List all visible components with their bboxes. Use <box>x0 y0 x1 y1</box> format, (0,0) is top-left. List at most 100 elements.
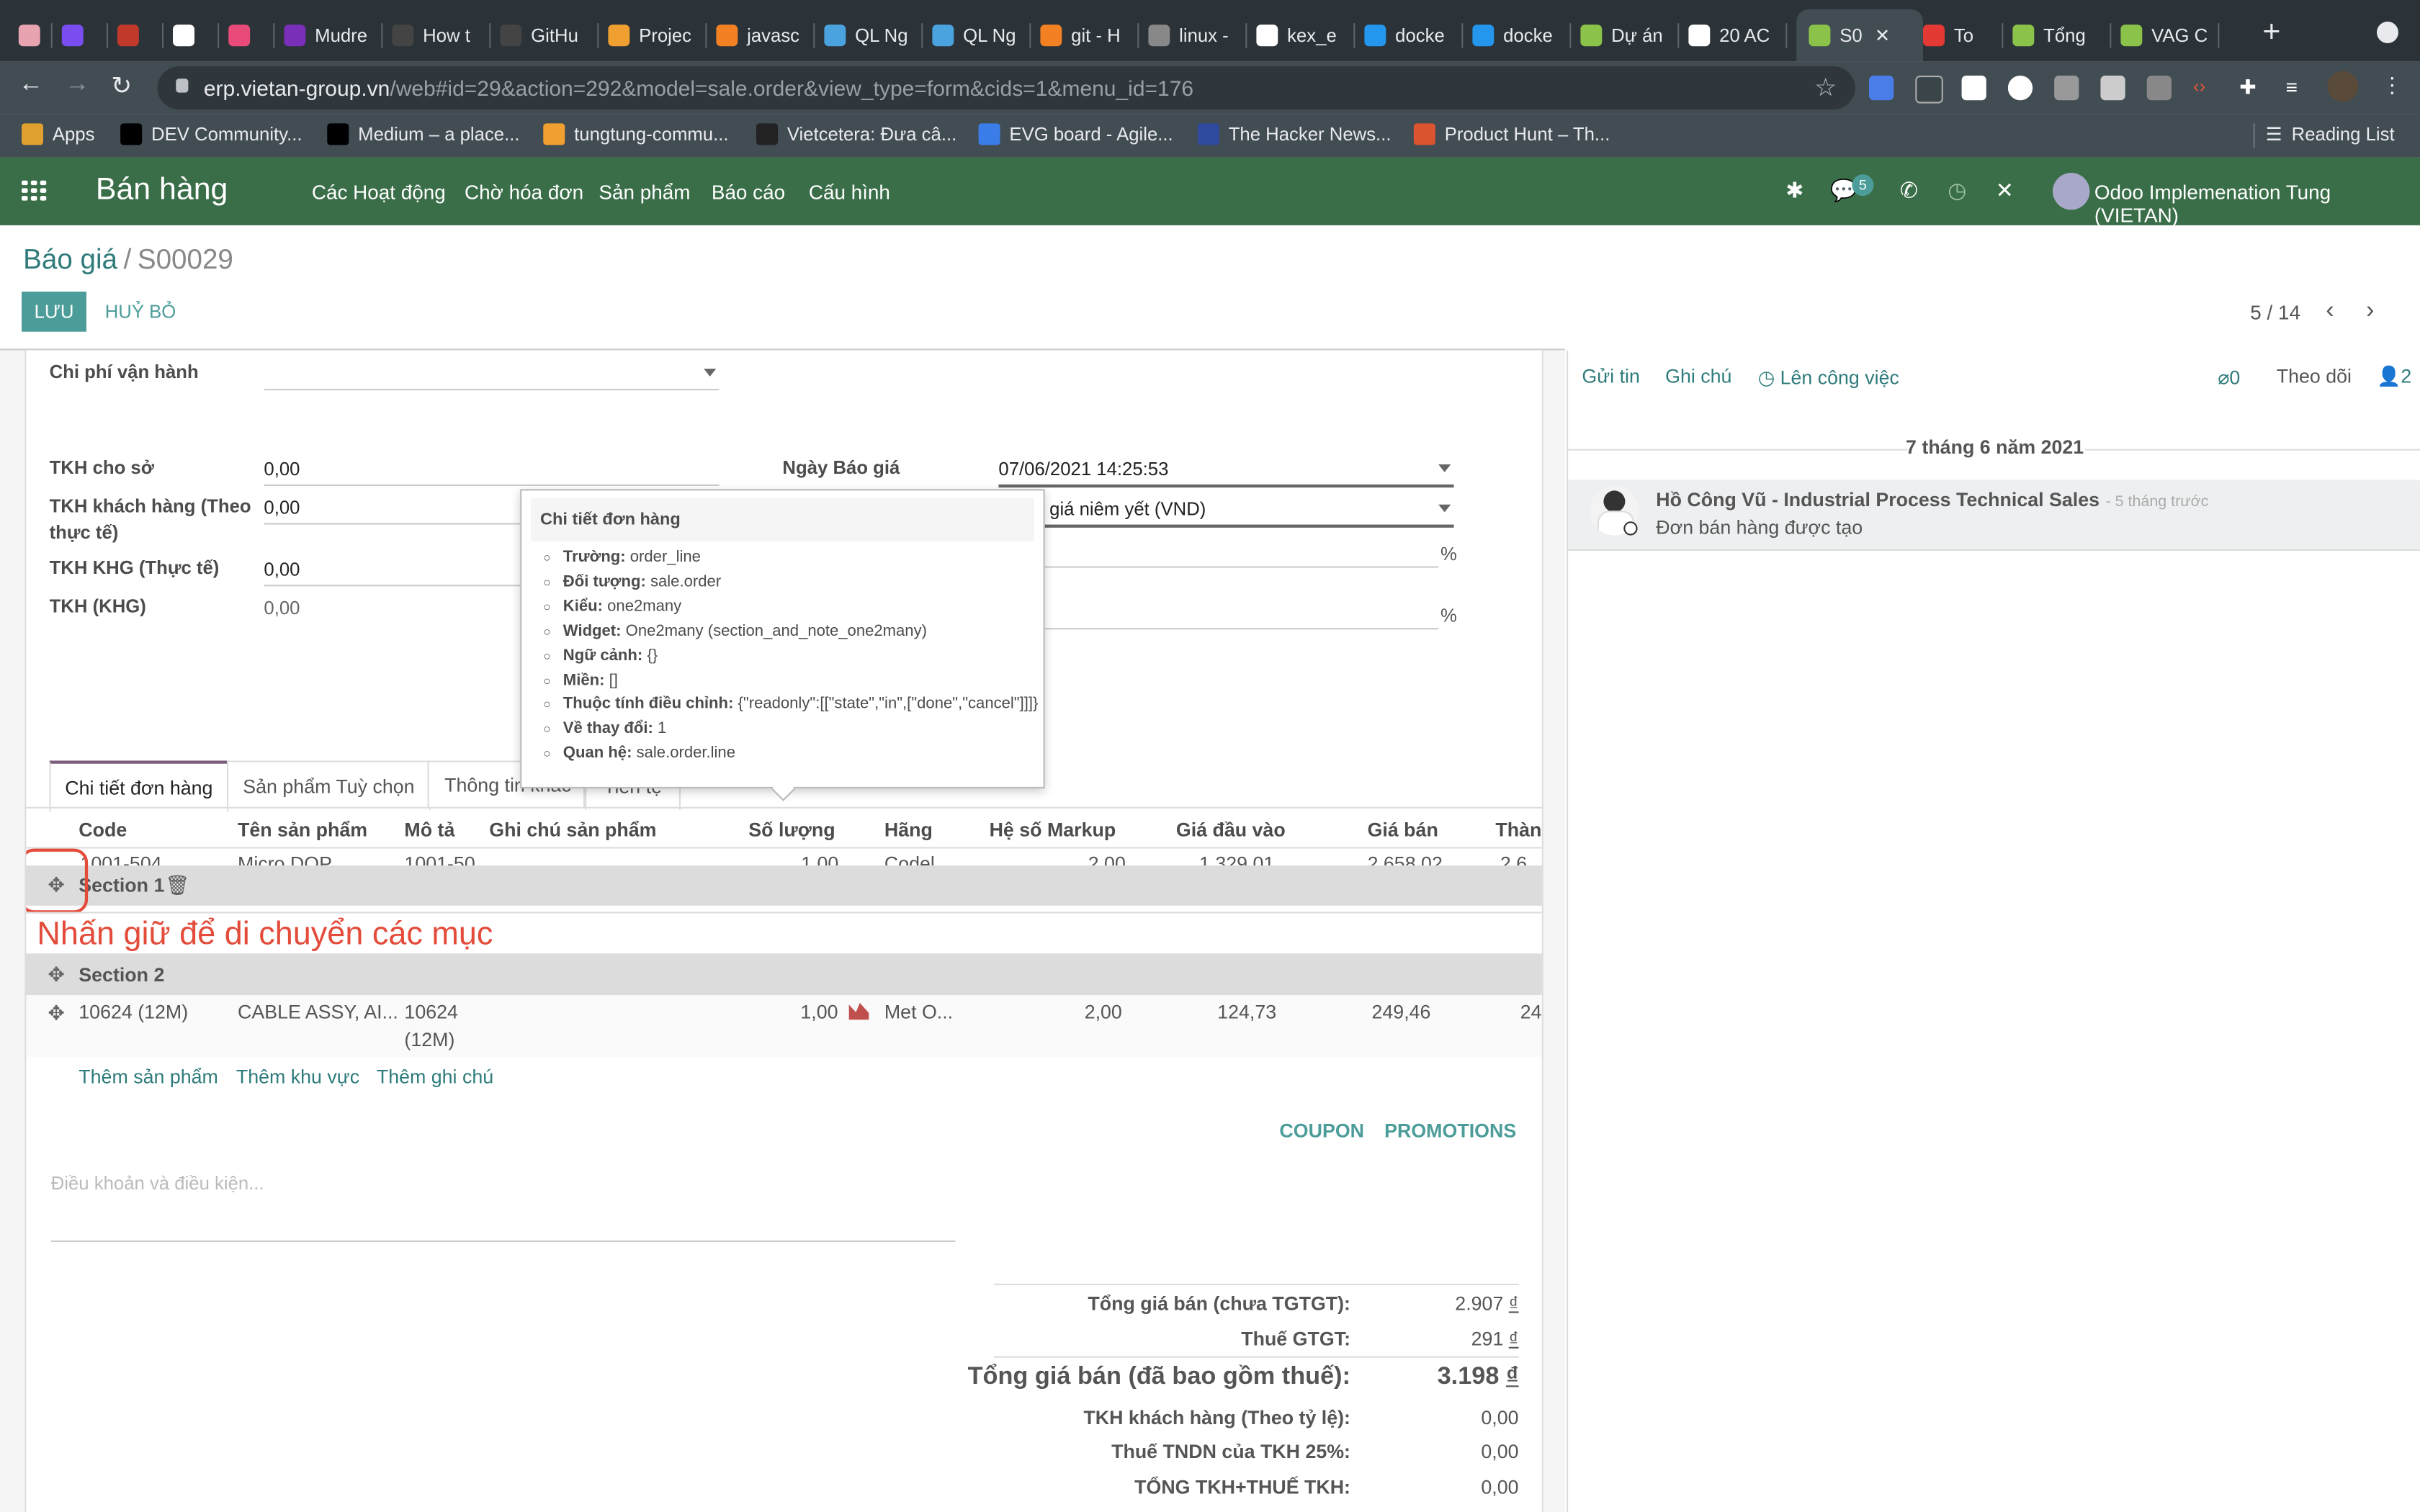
followers-button[interactable]: 👤2 <box>2377 366 2411 389</box>
code-extension-icon[interactable]: ‹› <box>2193 76 2218 100</box>
section-row[interactable]: ✥ Section 2 <box>26 955 1542 996</box>
pager-previous-icon[interactable]: ‹ <box>2326 298 2334 326</box>
pager-value[interactable]: 5 / 14 <box>2250 301 2300 324</box>
react-devtools-extension-icon[interactable] <box>1915 76 1943 104</box>
col-sale-price[interactable]: Giá bán <box>1368 819 1438 841</box>
new-tab-button[interactable]: + <box>2262 15 2280 50</box>
user-avatar[interactable] <box>2053 173 2090 210</box>
address-bar[interactable]: erp.vietan-group.vn/web#id=29&action=292… <box>157 66 1855 110</box>
col-description[interactable]: Mô tả <box>404 819 454 841</box>
browser-tab[interactable]: docke <box>1364 19 1464 53</box>
browser-tab[interactable]: Mudre <box>284 19 383 53</box>
forecast-chart-icon[interactable] <box>848 1002 869 1020</box>
chrome-extension-icon[interactable] <box>2100 76 2125 101</box>
browser-tab[interactable]: QL Ng <box>824 19 923 53</box>
schedule-activity-button[interactable]: ◷ Lên công việc <box>1758 366 1899 389</box>
chatter-message[interactable]: Hồ Công Vũ - Industrial Process Technica… <box>1568 480 2420 551</box>
section-row[interactable]: ✥ Section 1 🗑 <box>26 865 1542 906</box>
follow-button[interactable]: Theo dõi <box>2277 366 2352 387</box>
browser-tab[interactable]: javasc <box>716 19 815 53</box>
add-product-link[interactable]: Thêm sản phẩm <box>79 1066 218 1088</box>
col-cost-price[interactable]: Giá đầu vào <box>1176 819 1286 841</box>
browser-tab[interactable]: Dự án <box>1580 19 1680 53</box>
pager-next-icon[interactable]: › <box>2366 298 2374 326</box>
bookmark-item[interactable]: Apps <box>22 123 94 145</box>
browser-tab[interactable]: docke <box>1472 19 1572 53</box>
menu-to-invoice[interactable]: Chờ hóa đơn <box>465 181 583 204</box>
profile-avatar[interactable] <box>2327 71 2359 102</box>
section-name[interactable]: Section 1 <box>79 872 164 900</box>
col-code[interactable]: Code <box>79 819 127 841</box>
drag-handle-icon[interactable]: ✥ <box>48 1002 64 1026</box>
bookmark-item[interactable]: tungtung-commu... <box>543 123 729 145</box>
table-row-partial[interactable]: 1001-504 Micro DOP... 1001-50... 1,00 Co… <box>26 849 1541 865</box>
browser-tab[interactable]: Projec <box>608 19 707 53</box>
bookmark-item[interactable]: Medium – a place... <box>327 123 520 145</box>
browser-tab[interactable]: linux - <box>1148 19 1247 53</box>
browser-tab[interactable]: S0 ✕ <box>1796 9 1923 62</box>
url-text[interactable]: erp.vietan-group.vn/web#id=29&action=292… <box>204 76 1193 100</box>
terms-textarea[interactable]: Điều khoản và điều kiện... <box>50 1173 956 1242</box>
percent-input-1[interactable]: % <box>998 536 1457 568</box>
promotions-button[interactable]: PROMOTIONS <box>1384 1120 1516 1142</box>
browser-tab[interactable] <box>117 19 164 53</box>
log-note-button[interactable]: Ghi chú <box>1665 366 1731 387</box>
add-note-link[interactable]: Thêm ghi chú <box>377 1066 493 1088</box>
browser-tab[interactable]: GitHu <box>500 19 599 53</box>
menu-reporting[interactable]: Báo cáo <box>712 181 785 204</box>
browser-tab[interactable] <box>228 19 275 53</box>
pricelist-select[interactable]: giá niêm yết (VND) <box>998 494 1454 528</box>
menu-activities[interactable]: Các Hoạt động <box>312 181 446 204</box>
tools-icon[interactable]: ✕ <box>1996 177 2014 203</box>
col-quantity[interactable]: Số lượng <box>748 819 835 841</box>
media-control-icon[interactable]: ≡ <box>2286 76 2311 100</box>
app-brand[interactable]: Bán hàng <box>96 173 228 208</box>
drag-handle-icon[interactable]: ✥ <box>48 963 64 987</box>
save-button[interactable]: LƯU <box>22 292 86 332</box>
bookmark-item[interactable]: Product Hunt – Th... <box>1413 123 1610 145</box>
percent-input-2[interactable]: % <box>998 597 1457 630</box>
chrome-menu-icon[interactable]: ⋮ <box>2381 73 2403 99</box>
bookmark-item[interactable]: EVG board - Agile... <box>978 123 1173 145</box>
debug-bug-icon[interactable]: ✱ <box>1785 177 1803 203</box>
phone-icon[interactable]: ✆ <box>1900 177 1918 203</box>
browser-tab[interactable]: git - H <box>1040 19 1139 53</box>
close-tab-icon[interactable]: ✕ <box>1875 24 1891 46</box>
browser-tab[interactable]: QL Ng <box>932 19 1031 53</box>
reload-icon[interactable]: ↻ <box>111 71 132 102</box>
browser-tab[interactable]: VAG C <box>2120 19 2220 53</box>
col-brand[interactable]: Hãng <box>884 819 933 841</box>
add-section-link[interactable]: Thêm khu vực <box>236 1066 359 1088</box>
section-name[interactable]: Section 2 <box>79 961 164 989</box>
menu-products[interactable]: Sản phẩm <box>599 181 690 204</box>
col-product-note[interactable]: Ghi chú sản phẩm <box>489 819 656 841</box>
extensions-puzzle-icon[interactable]: ✚ <box>2239 76 2264 100</box>
forward-icon[interactable]: → <box>65 71 89 99</box>
discard-button[interactable]: HUỶ BỎ <box>105 301 176 323</box>
bookmark-item[interactable]: The Hacker News... <box>1197 123 1392 145</box>
operating-cost-select[interactable] <box>264 358 720 391</box>
tab-optional-products[interactable]: Sản phẩm Tuỳ chọn <box>227 760 431 810</box>
col-markup[interactable]: Hệ số Markup <box>990 819 1116 841</box>
user-menu[interactable]: Odoo Implemenation Tung (VIETAN) <box>2094 181 2420 227</box>
tkh-for-office-input[interactable]: 0,00 <box>264 454 720 486</box>
trash-icon[interactable]: 🗑 <box>165 872 189 900</box>
quotation-date-input[interactable]: 07/06/2021 14:25:53 <box>998 454 1454 488</box>
menu-configuration[interactable]: Cấu hình <box>809 181 890 204</box>
browser-tab[interactable] <box>18 19 53 53</box>
browser-tab[interactable] <box>173 19 220 53</box>
table-row[interactable]: ✥ 10624 (12M) CABLE ASSY, AI... 10624 (1… <box>26 995 1542 1057</box>
send-message-button[interactable]: Gửi tin <box>1582 366 1639 387</box>
json-viewer-extension-icon[interactable] <box>2007 76 2033 101</box>
bookmark-star-icon[interactable]: ☆ <box>1814 73 1837 104</box>
col-product-name[interactable]: Tên sản phẩm <box>238 819 367 841</box>
browser-tab[interactable]: To <box>1923 19 2004 53</box>
breadcrumb-quotations[interactable]: Báo giá <box>23 244 117 275</box>
reading-list-button[interactable]: ☰ Reading List <box>2266 123 2395 145</box>
browser-tab[interactable]: Tổng <box>2012 19 2112 53</box>
w-extension-icon[interactable] <box>2054 76 2079 101</box>
app-menu-icon[interactable] <box>22 180 50 202</box>
browser-tab[interactable]: How t <box>392 19 491 53</box>
facebook-extension-icon[interactable] <box>2146 76 2172 101</box>
col-subtotal[interactable]: Thành <box>1495 819 1541 841</box>
